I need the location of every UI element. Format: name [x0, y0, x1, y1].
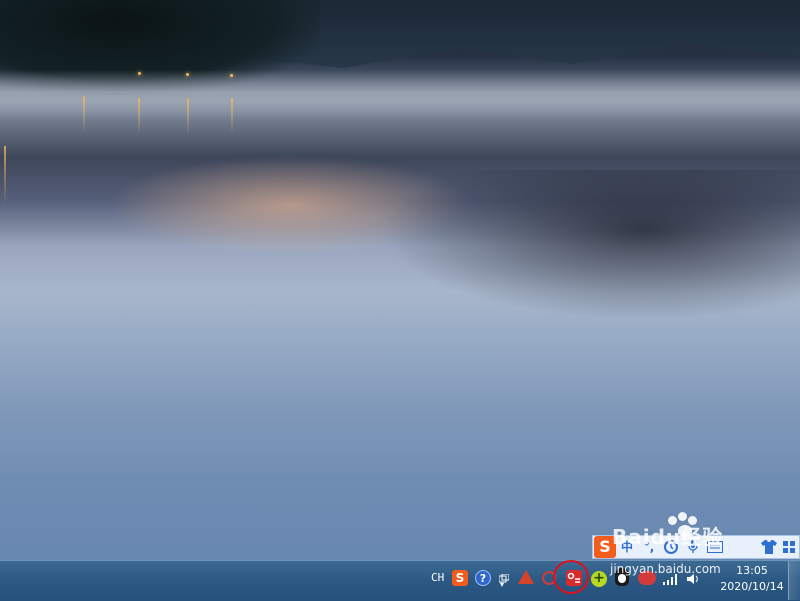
- highlight-circle: [553, 560, 589, 594]
- clock-date: 2020/10/14: [720, 580, 784, 593]
- show-desktop-button[interactable]: [788, 561, 800, 600]
- grid-icon[interactable]: [779, 536, 799, 558]
- desktop-wallpaper: [0, 0, 800, 560]
- green-plus-app-icon[interactable]: +: [591, 571, 607, 587]
- light-reflection: [231, 98, 233, 134]
- shore-light: [186, 73, 189, 76]
- sogou-input-icon[interactable]: S: [452, 570, 468, 586]
- light-reflection: [138, 98, 140, 134]
- baidu-paw-logo: [666, 512, 706, 540]
- light-reflection: [187, 98, 189, 134]
- wallpaper-mist: [0, 70, 800, 120]
- baidu-watermark: Baidu经验: [594, 512, 723, 556]
- watermark-url: jingyan.baidu.com: [610, 562, 721, 576]
- light-reflection: [83, 96, 85, 132]
- clock-time: 13:05: [736, 564, 768, 577]
- red-triangle-app-icon[interactable]: [518, 570, 534, 584]
- shore-light: [230, 74, 233, 77]
- wallpaper-reflection: [380, 170, 800, 320]
- light-reflection: [4, 146, 6, 206]
- language-indicator[interactable]: CH: [431, 571, 444, 584]
- skin-icon[interactable]: [759, 536, 779, 558]
- system-clock[interactable]: 13:05 2020/10/14: [716, 563, 788, 595]
- show-hidden-icons-arrow[interactable]: ▾: [497, 581, 507, 589]
- help-icon[interactable]: ?: [475, 570, 491, 586]
- shore-light: [138, 72, 141, 75]
